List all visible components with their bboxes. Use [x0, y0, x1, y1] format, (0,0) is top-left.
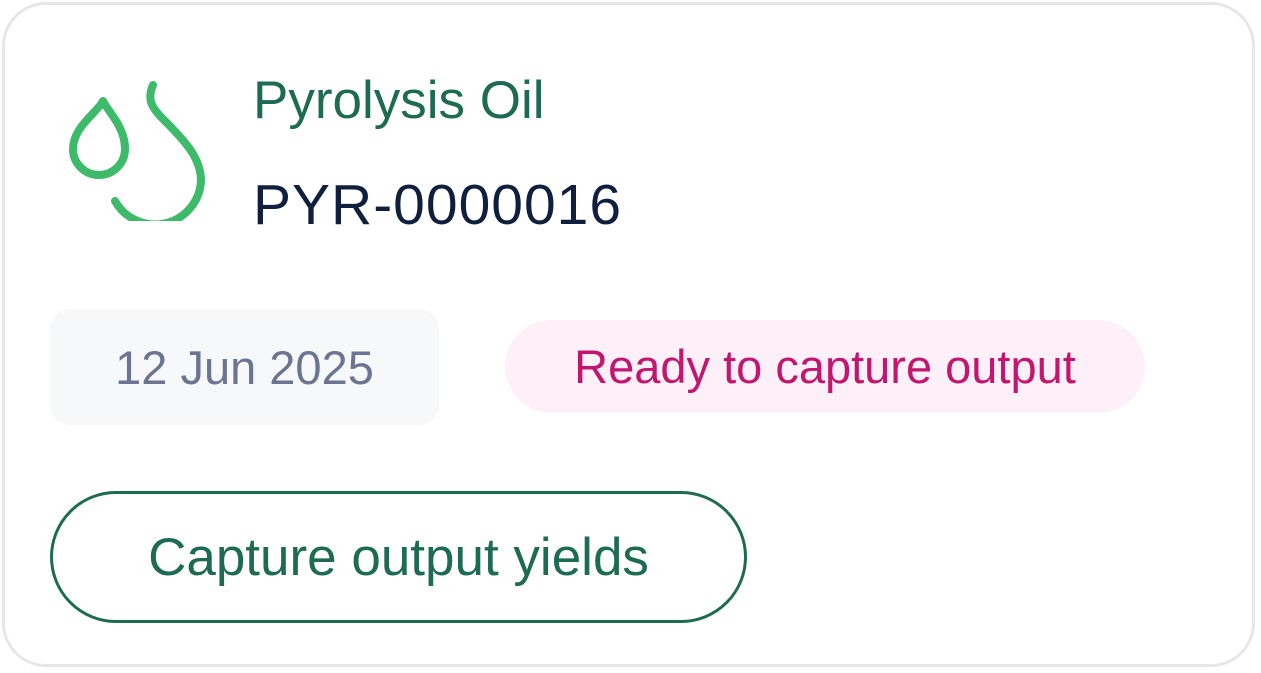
- status-label: Ready to capture output: [574, 340, 1076, 393]
- status-badge: Ready to capture output: [505, 320, 1145, 413]
- capture-output-yields-label: Capture output yields: [148, 527, 649, 587]
- oil-drops-icon: [67, 79, 207, 229]
- date-chip: 12 Jun 2025: [50, 309, 439, 425]
- product-code: PYR-0000016: [253, 173, 623, 237]
- product-title: Pyrolysis Oil: [253, 71, 545, 130]
- date-label: 12 Jun 2025: [115, 340, 374, 394]
- capture-output-yields-button[interactable]: Capture output yields: [50, 491, 747, 623]
